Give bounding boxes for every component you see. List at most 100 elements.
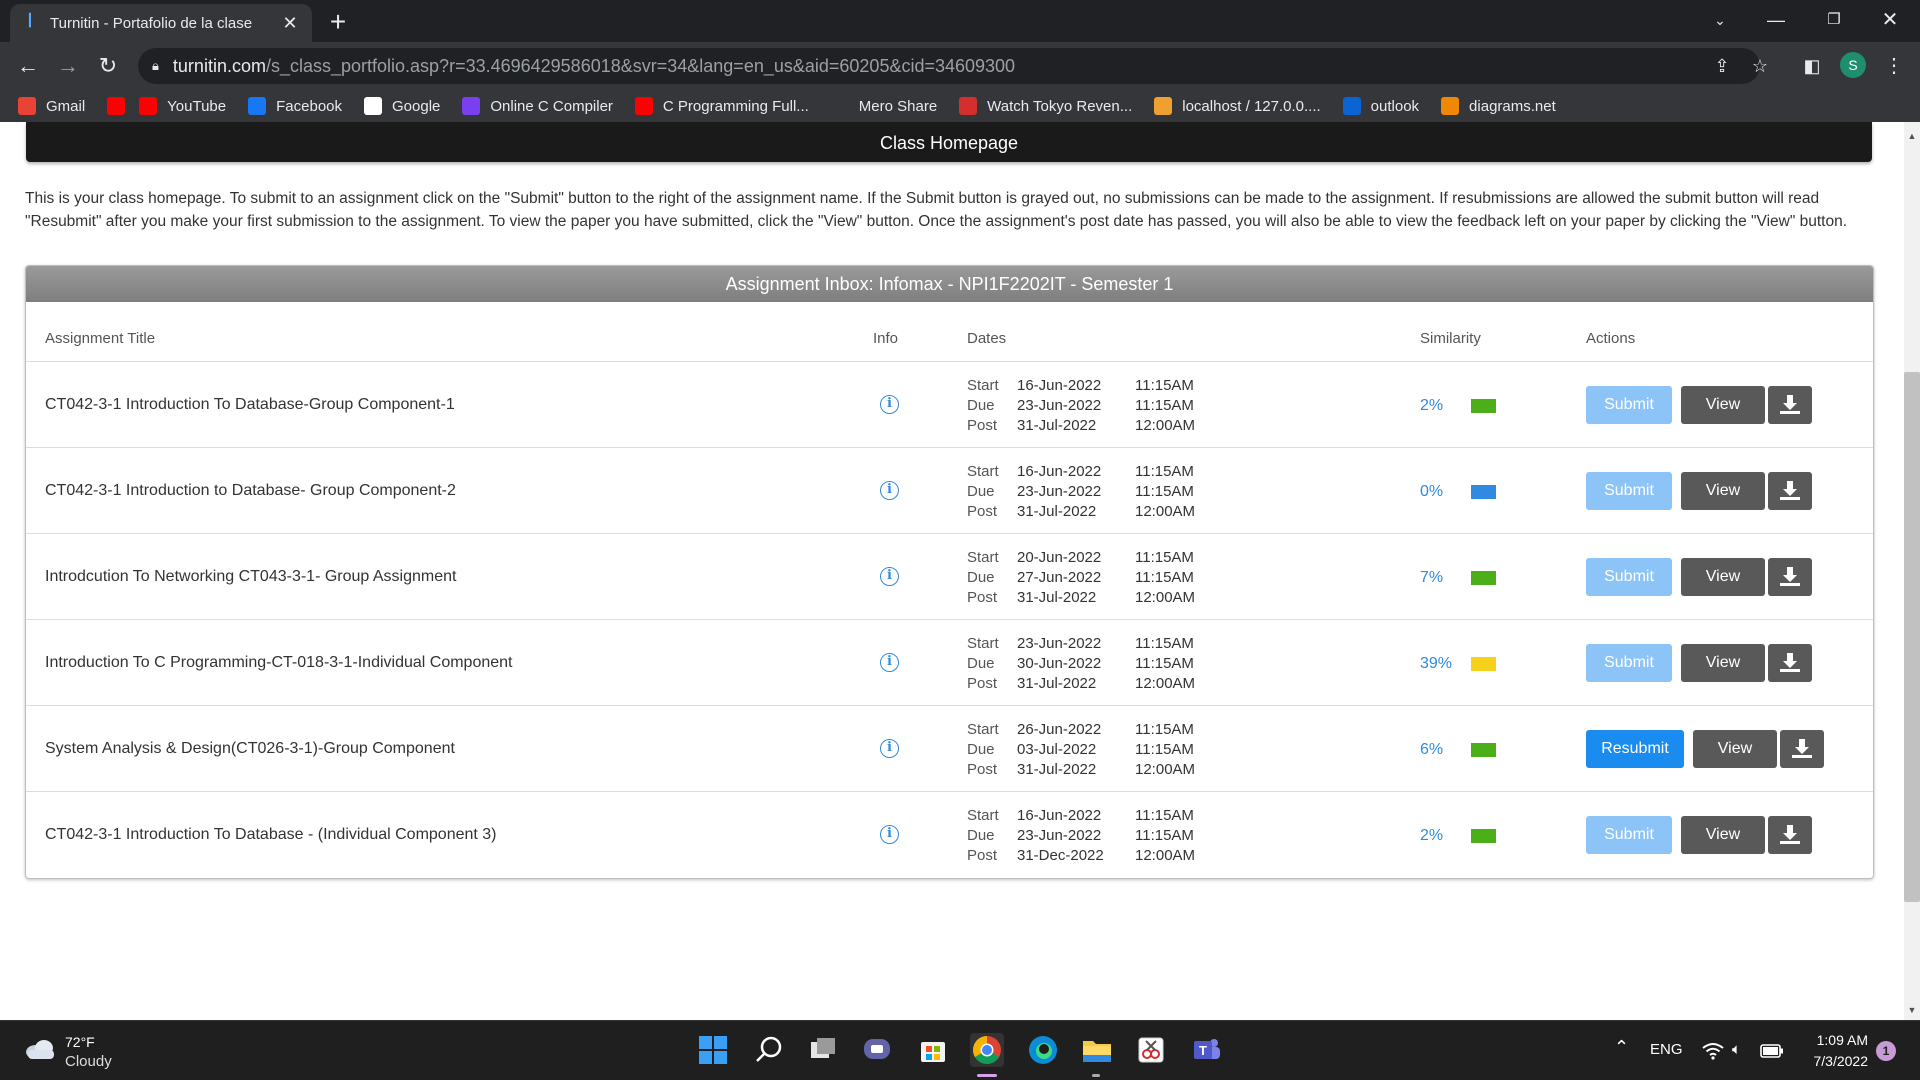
teams-icon[interactable]: T bbox=[1190, 1033, 1224, 1067]
turnitin-icon: ꟾ bbox=[27, 14, 33, 31]
info-icon[interactable]: i bbox=[880, 653, 899, 672]
tab-search-button[interactable]: ⌄ bbox=[1692, 0, 1748, 42]
notification-badge[interactable]: 1 bbox=[1876, 1041, 1896, 1061]
teams-chat-icon[interactable] bbox=[860, 1033, 894, 1067]
similarity-score[interactable]: 6% bbox=[1420, 741, 1443, 759]
close-window-button[interactable]: ✕ bbox=[1862, 0, 1918, 42]
similarity-score[interactable]: 2% bbox=[1420, 827, 1443, 845]
weather-temperature[interactable]: 72°F bbox=[65, 1034, 95, 1050]
profile-avatar[interactable]: S bbox=[1840, 52, 1866, 78]
bookmark-item[interactable]: Mero Share bbox=[830, 97, 937, 115]
download-button[interactable] bbox=[1768, 558, 1812, 596]
microsoft-store-icon[interactable] bbox=[916, 1033, 950, 1067]
chrome-icon[interactable] bbox=[970, 1033, 1004, 1067]
close-tab-icon[interactable]: ✕ bbox=[280, 13, 300, 34]
bookmark-item[interactable]: YouTube bbox=[139, 97, 226, 115]
edge-icon[interactable] bbox=[1026, 1033, 1060, 1067]
menu-kebab-icon[interactable]: ⋮ bbox=[1878, 50, 1910, 82]
clock-date[interactable]: 7/3/2022 bbox=[1798, 1053, 1869, 1069]
wifi-icon[interactable] bbox=[1702, 1042, 1724, 1060]
start-icon[interactable] bbox=[696, 1033, 730, 1067]
due-time: 11:15AM bbox=[1135, 741, 1194, 758]
bookmark-item[interactable]: Facebook bbox=[248, 97, 342, 115]
info-icon[interactable]: i bbox=[880, 739, 899, 758]
bookmark-item[interactable]: C Programming Full... bbox=[634, 97, 809, 115]
similarity-indicator[interactable] bbox=[1471, 571, 1496, 585]
submit-button[interactable]: Submit bbox=[1586, 644, 1672, 682]
task-view-icon[interactable] bbox=[806, 1033, 840, 1067]
start-label: Start bbox=[967, 635, 999, 652]
assignment-dates: Start 16-Jun-2022 11:15AM Due 23-Jun-2022 11:… bbox=[967, 376, 1195, 436]
minimize-button[interactable]: — bbox=[1748, 0, 1804, 42]
similarity-indicator[interactable] bbox=[1471, 743, 1496, 757]
lock-icon[interactable]: 🔒︎ bbox=[152, 58, 159, 74]
similarity-indicator[interactable] bbox=[1471, 485, 1496, 499]
view-button[interactable]: View bbox=[1681, 816, 1765, 854]
scroll-down-arrow[interactable]: ▼ bbox=[1904, 1002, 1920, 1018]
resubmit-button[interactable]: Resubmit bbox=[1586, 730, 1684, 768]
download-button[interactable] bbox=[1768, 386, 1812, 424]
scrollbar-thumb[interactable] bbox=[1904, 372, 1920, 902]
similarity-score[interactable]: 39% bbox=[1420, 655, 1452, 673]
snipping-tool-icon[interactable] bbox=[1134, 1033, 1168, 1067]
similarity-indicator[interactable] bbox=[1471, 399, 1496, 413]
due-date: 27-Jun-2022 bbox=[1017, 569, 1102, 586]
view-button[interactable]: View bbox=[1681, 386, 1765, 424]
reload-button[interactable]: ↻ bbox=[92, 50, 124, 82]
similarity-score[interactable]: 7% bbox=[1420, 569, 1443, 587]
bookmark-item[interactable] bbox=[107, 97, 126, 115]
omnibox[interactable]: 🔒︎ turnitin.com/s_class_portfolio.asp?r=… bbox=[138, 48, 1768, 84]
bookmark-item[interactable]: outlook bbox=[1342, 97, 1419, 115]
due-label: Due bbox=[967, 741, 995, 758]
info-icon[interactable]: i bbox=[880, 567, 899, 586]
similarity-score[interactable]: 2% bbox=[1420, 397, 1443, 415]
download-button[interactable] bbox=[1780, 730, 1824, 768]
side-panel-icon[interactable]: ◧ bbox=[1796, 50, 1828, 82]
similarity-indicator[interactable] bbox=[1471, 657, 1496, 671]
column-similarity: Similarity bbox=[1420, 330, 1481, 347]
scroll-up-arrow[interactable]: ▲ bbox=[1904, 128, 1920, 144]
bookmark-item[interactable]: diagrams.net bbox=[1441, 97, 1556, 115]
bookmark-item[interactable]: localhost / 127.0.0.... bbox=[1154, 97, 1321, 115]
volume-icon[interactable]: 🔈︎ bbox=[1732, 1041, 1741, 1058]
browser-tab[interactable]: ꟾ Turnitin - Portafolio de la clase ✕ bbox=[10, 4, 312, 42]
back-button[interactable]: ← bbox=[12, 50, 44, 82]
battery-icon[interactable] bbox=[1760, 1043, 1784, 1059]
view-button[interactable]: View bbox=[1681, 472, 1765, 510]
similarity-score[interactable]: 0% bbox=[1420, 483, 1443, 501]
info-icon[interactable]: i bbox=[880, 395, 899, 414]
cloud-icon[interactable] bbox=[24, 1038, 56, 1060]
forward-button[interactable]: → bbox=[52, 50, 84, 82]
view-button[interactable]: View bbox=[1681, 644, 1765, 682]
file-explorer-icon[interactable] bbox=[1080, 1033, 1114, 1067]
view-button[interactable]: View bbox=[1693, 730, 1777, 768]
search-icon[interactable] bbox=[752, 1033, 786, 1067]
bookmark-item[interactable]: Online C Compiler bbox=[462, 97, 613, 115]
download-button[interactable] bbox=[1768, 644, 1812, 682]
submit-button[interactable]: Submit bbox=[1586, 386, 1672, 424]
new-tab-button[interactable]: + bbox=[322, 6, 354, 38]
bookmark-item[interactable]: Gmail bbox=[18, 97, 85, 115]
view-button[interactable]: View bbox=[1681, 558, 1765, 596]
start-label: Start bbox=[967, 377, 999, 394]
download-button[interactable] bbox=[1768, 816, 1812, 854]
inbox-title: Assignment Inbox: Infomax - NPI1F2202IT … bbox=[26, 266, 1873, 302]
submit-button[interactable]: Submit bbox=[1586, 816, 1672, 854]
bookmark-star-icon[interactable]: ☆ bbox=[1746, 54, 1774, 78]
info-icon[interactable]: i bbox=[880, 481, 899, 500]
info-icon[interactable]: i bbox=[880, 825, 899, 844]
download-button[interactable] bbox=[1768, 472, 1812, 510]
share-icon[interactable]: ⇪ bbox=[1708, 54, 1736, 78]
submit-button[interactable]: Submit bbox=[1586, 472, 1672, 510]
bookmark-item[interactable]: Watch Tokyo Reven... bbox=[959, 97, 1132, 115]
bookmark-item[interactable]: Google bbox=[364, 97, 440, 115]
column-actions: Actions bbox=[1586, 330, 1636, 347]
language-indicator[interactable]: ENG bbox=[1650, 1041, 1683, 1058]
submit-button[interactable]: Submit bbox=[1586, 558, 1672, 596]
url-text[interactable]: turnitin.com/s_class_portfolio.asp?r=33.… bbox=[173, 56, 1015, 77]
chevron-up-icon[interactable]: ⌃ bbox=[1614, 1037, 1629, 1058]
restore-button[interactable]: ❐ bbox=[1806, 0, 1862, 42]
weather-condition[interactable]: Cloudy bbox=[65, 1053, 112, 1070]
similarity-indicator[interactable] bbox=[1471, 829, 1496, 843]
clock-time[interactable]: 1:09 AM bbox=[1808, 1032, 1868, 1048]
